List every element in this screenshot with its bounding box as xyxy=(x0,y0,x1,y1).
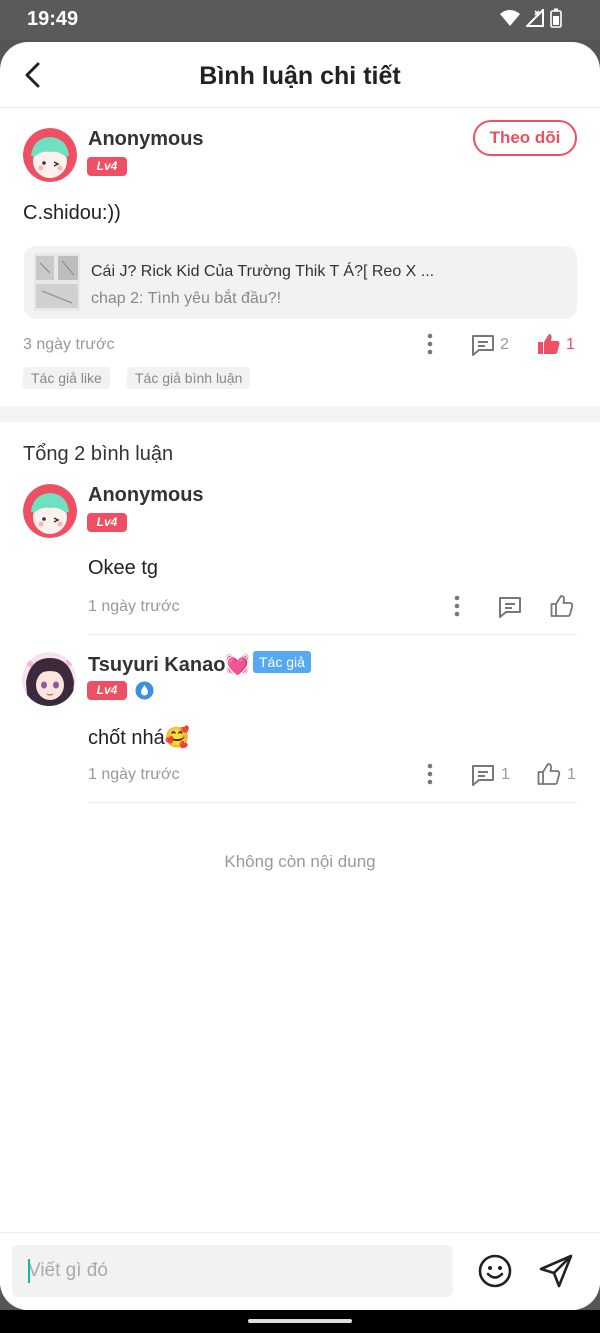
story-chapter: chap 2: Tình yêu bắt đầu?! xyxy=(91,290,282,307)
page-title: Bình luận chi tiết xyxy=(199,62,401,90)
text-caret xyxy=(28,1259,30,1283)
home-gesture-pill[interactable] xyxy=(248,1319,352,1323)
comment-input[interactable] xyxy=(12,1245,453,1297)
total-comments: Tổng 2 bình luận xyxy=(23,443,174,465)
status-bar: 19:49 xyxy=(0,0,600,40)
like-icon[interactable] xyxy=(537,762,561,786)
reply-time: 1 ngày trước xyxy=(88,766,180,783)
more-options-icon[interactable] xyxy=(425,333,435,355)
level-badge: Lv4 xyxy=(87,157,127,176)
more-options-icon[interactable] xyxy=(452,595,462,617)
signal-icon xyxy=(526,9,544,27)
story-title: Cái J? Rick Kid Của Trường Thik T Á?[ Re… xyxy=(91,263,435,280)
user-name[interactable]: Anonymous xyxy=(88,128,204,151)
follow-button[interactable]: Theo dõi xyxy=(473,120,577,156)
anonymous-avatar-icon xyxy=(23,484,77,538)
like-icon[interactable] xyxy=(550,594,574,618)
wifi-icon xyxy=(500,10,520,26)
reply-avatar[interactable] xyxy=(23,484,77,538)
comment-time: 3 ngày trước xyxy=(23,336,115,353)
reply-icon[interactable] xyxy=(471,763,495,787)
reply-level-badge: Lv4 xyxy=(87,513,127,532)
comment-composer xyxy=(0,1232,600,1310)
battery-icon xyxy=(550,8,562,28)
reply-text: chốt nhá🥰 xyxy=(88,727,190,749)
story-card[interactable]: Cái J? Rick Kid Của Trường Thik T Á?[ Re… xyxy=(24,246,577,319)
status-time: 19:49 xyxy=(27,8,79,30)
tag-author-comment: Tác giả bình luận xyxy=(127,367,251,389)
system-nav-bar xyxy=(0,1310,600,1333)
reply-icon[interactable] xyxy=(471,333,495,357)
anonymous-avatar-icon xyxy=(23,128,77,182)
verified-drop-icon xyxy=(135,681,154,700)
tag-author-like: Tác giả like xyxy=(23,367,110,389)
comment-text: C.shidou:)) xyxy=(23,202,121,224)
story-thumbnail xyxy=(34,253,80,311)
reply-text: Okee tg xyxy=(88,557,159,579)
no-more-content: Không còn nội dung xyxy=(224,852,376,871)
status-icons xyxy=(500,8,562,28)
author-badge: Tác giả xyxy=(253,651,311,673)
reply-separator xyxy=(88,802,577,803)
emoji-icon[interactable] xyxy=(477,1253,513,1289)
reply-time: 1 ngày trước xyxy=(88,598,180,615)
like-count: 1 xyxy=(567,766,576,783)
reply-count: 1 xyxy=(501,766,510,783)
top-header: Bình luận chi tiết xyxy=(0,42,600,108)
reply-level-badge: Lv4 xyxy=(87,681,127,700)
reply-count: 2 xyxy=(500,336,509,353)
reply-user-name[interactable]: Tsuyuri Kanao💓 xyxy=(88,652,250,677)
reply-user-name[interactable]: Anonymous xyxy=(88,484,204,507)
reply-separator xyxy=(88,634,577,635)
avatar[interactable] xyxy=(23,128,77,182)
more-options-icon[interactable] xyxy=(425,763,435,785)
like-filled-icon[interactable] xyxy=(537,332,561,356)
section-divider xyxy=(0,406,600,422)
reply-icon[interactable] xyxy=(498,595,522,619)
send-icon[interactable] xyxy=(538,1253,574,1289)
like-count: 1 xyxy=(566,336,575,353)
reply-avatar[interactable] xyxy=(22,652,76,706)
anime-girl-avatar-icon xyxy=(22,652,76,706)
comment-detail-sheet: Bình luận chi tiết Anonymous Lv4 Theo dõ… xyxy=(0,42,600,1310)
